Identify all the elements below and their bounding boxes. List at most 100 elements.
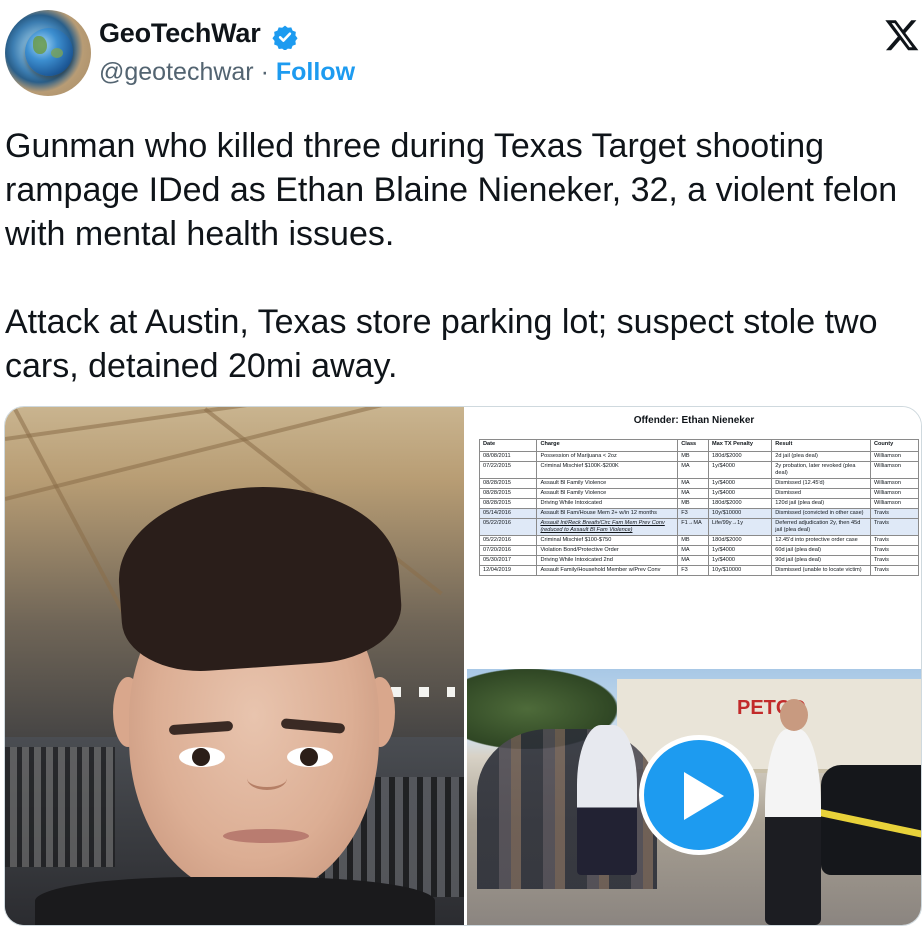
media-grid: Offender: Ethan Nieneker Date Charge Cla… [4,406,922,926]
cell-county: Williamson [869,498,920,509]
cell-date: 08/28/2015 [478,488,538,499]
cell-class: MA [677,488,709,499]
cell-charge: Assault Family/Household Member w/Prev C… [536,565,679,576]
table-row: 08/28/2015 Assault Bl Family Violence MA… [478,488,920,499]
x-logo-icon[interactable] [884,17,920,53]
cell-result: 90d jail (plea deal) [771,555,871,566]
cell-date: 07/20/2016 [478,545,538,556]
cell-date: 08/08/2011 [478,451,538,462]
cell-class: F3 [677,508,709,519]
shirt [35,877,435,925]
hair [113,477,405,677]
table-row: 12/04/2019 Assault Family/Household Memb… [478,565,920,576]
cell-charge: Driving While Intoxicated [536,498,679,509]
suspect-photo[interactable] [5,407,464,925]
cell-penalty: 1y/$4000 [707,555,773,566]
cell-result: 12.45'd into protective order case [771,535,871,546]
criminal-record-document[interactable]: Offender: Ethan Nieneker Date Charge Cla… [467,407,921,665]
column-header: Max TX Penalty [707,439,773,452]
cell-class: F3 [677,565,709,576]
cell-charge: Assault Int/Reck Breath/Circ Fam Mem Pre… [536,518,679,536]
cell-date: 05/22/2016 [478,518,538,536]
cell-county: Williamson [869,478,920,489]
table-row: 08/08/2011 Possession of Marijuana < 2oz… [478,451,920,462]
table-header-row: Date Charge Class Max TX Penalty Result … [478,439,920,452]
cell-county: Travis [869,518,920,536]
cell-date: 05/14/2016 [478,508,538,519]
cell-county: Travis [869,535,920,546]
author-handle[interactable]: @geotechwar [99,58,254,86]
author-name[interactable]: GeoTechWar [99,18,261,49]
cell-county: Travis [869,508,920,519]
ceiling-beam [5,407,464,441]
globe-landmass [51,48,63,58]
cell-charge: Driving While Intoxicated 2nd [536,555,679,566]
verified-badge-icon [272,25,298,50]
cell-result: Deferred adjudication 2y, then 45d jail … [771,518,871,536]
cell-charge: Criminal Mischief $100-$750 [536,535,679,546]
column-header: County [869,439,920,452]
cell-result: Dismissed [771,488,871,499]
column-header: Date [478,439,538,452]
play-button[interactable] [639,735,759,855]
author-handle-row: @geotechwar · Follow [99,58,355,87]
cell-charge: Assault Bl Family Violence [536,488,679,499]
cell-result: Dismissed (convicted in other case) [771,508,871,519]
cell-charge: Assault Bl Family Violence [536,478,679,489]
cell-penalty: Life/99y→1y [707,518,773,536]
tweet-text: Gunman who killed three during Texas Tar… [5,127,898,385]
cell-penalty: 180d/$2000 [707,451,773,462]
table-row-highlighted: 05/22/2016 Assault Int/Reck Breath/Circ … [478,518,920,536]
table-row: 07/20/2016 Violation Bond/Protective Ord… [478,545,920,556]
cell-class: MB [677,451,709,462]
cell-county: Williamson [869,451,920,462]
video-thumbnail[interactable]: PETCO [467,669,921,925]
column-header: Charge [536,439,679,452]
cell-date: 12/04/2019 [478,565,538,576]
cell-penalty: 180d/$2000 [707,535,773,546]
cell-result: 120d jail (plea deal) [771,498,871,509]
eye [179,747,225,767]
cell-date: 08/28/2015 [478,478,538,489]
mouth [223,829,309,843]
column-header: Result [771,439,871,452]
cell-date: 07/22/2015 [478,461,538,479]
police-officer [765,699,821,925]
cell-date: 05/22/2016 [478,535,538,546]
cell-class: MA [677,545,709,556]
cell-penalty: 180d/$2000 [707,498,773,509]
cell-penalty: 1y/$4000 [707,461,773,479]
cell-penalty: 1y/$4000 [707,478,773,489]
person-portrait [69,477,405,897]
record-table: Date Charge Class Max TX Penalty Result … [478,439,920,576]
cell-class: MB [677,498,709,509]
cell-date: 08/28/2015 [478,498,538,509]
table-row: 05/30/2017 Driving While Intoxicated 2nd… [478,555,920,566]
table-row-highlighted: 05/14/2016 Assault Bl Fam/House Mem 2+ w… [478,508,920,519]
cell-result: Dismissed (12.45'd) [771,478,871,489]
cell-result: 2y probation, later revoked (plea deal) [771,461,871,479]
globe-image [25,28,73,76]
cell-result: 2d jail (plea deal) [771,451,871,462]
cell-penalty: 10y/$10000 [707,508,773,519]
separator-dot: · [253,58,276,86]
cell-class: MA [677,555,709,566]
cell-county: Williamson [869,461,920,479]
column-header: Class [677,439,709,452]
cell-class: MA [677,461,709,479]
cell-class: F1→MA [677,518,709,536]
document-title: Offender: Ethan Nieneker [633,415,755,426]
cell-penalty: 1y/$4000 [707,545,773,556]
cell-charge: Possession of Marijuana < 2oz [536,451,679,462]
avatar[interactable] [5,10,91,96]
cell-class: MA [677,478,709,489]
follow-button[interactable]: Follow [276,58,355,86]
cell-penalty: 10y/$10000 [707,565,773,576]
cell-result: 60d jail (plea deal) [771,545,871,556]
nose [247,767,287,790]
table-row: 08/28/2015 Assault Bl Family Violence MA… [478,478,920,489]
cell-charge: Criminal Mischief $100K-$200K [536,461,679,479]
table-row: 08/28/2015 Driving While Intoxicated MB … [478,498,920,509]
cell-county: Travis [869,545,920,556]
speaker-figure [577,725,637,875]
